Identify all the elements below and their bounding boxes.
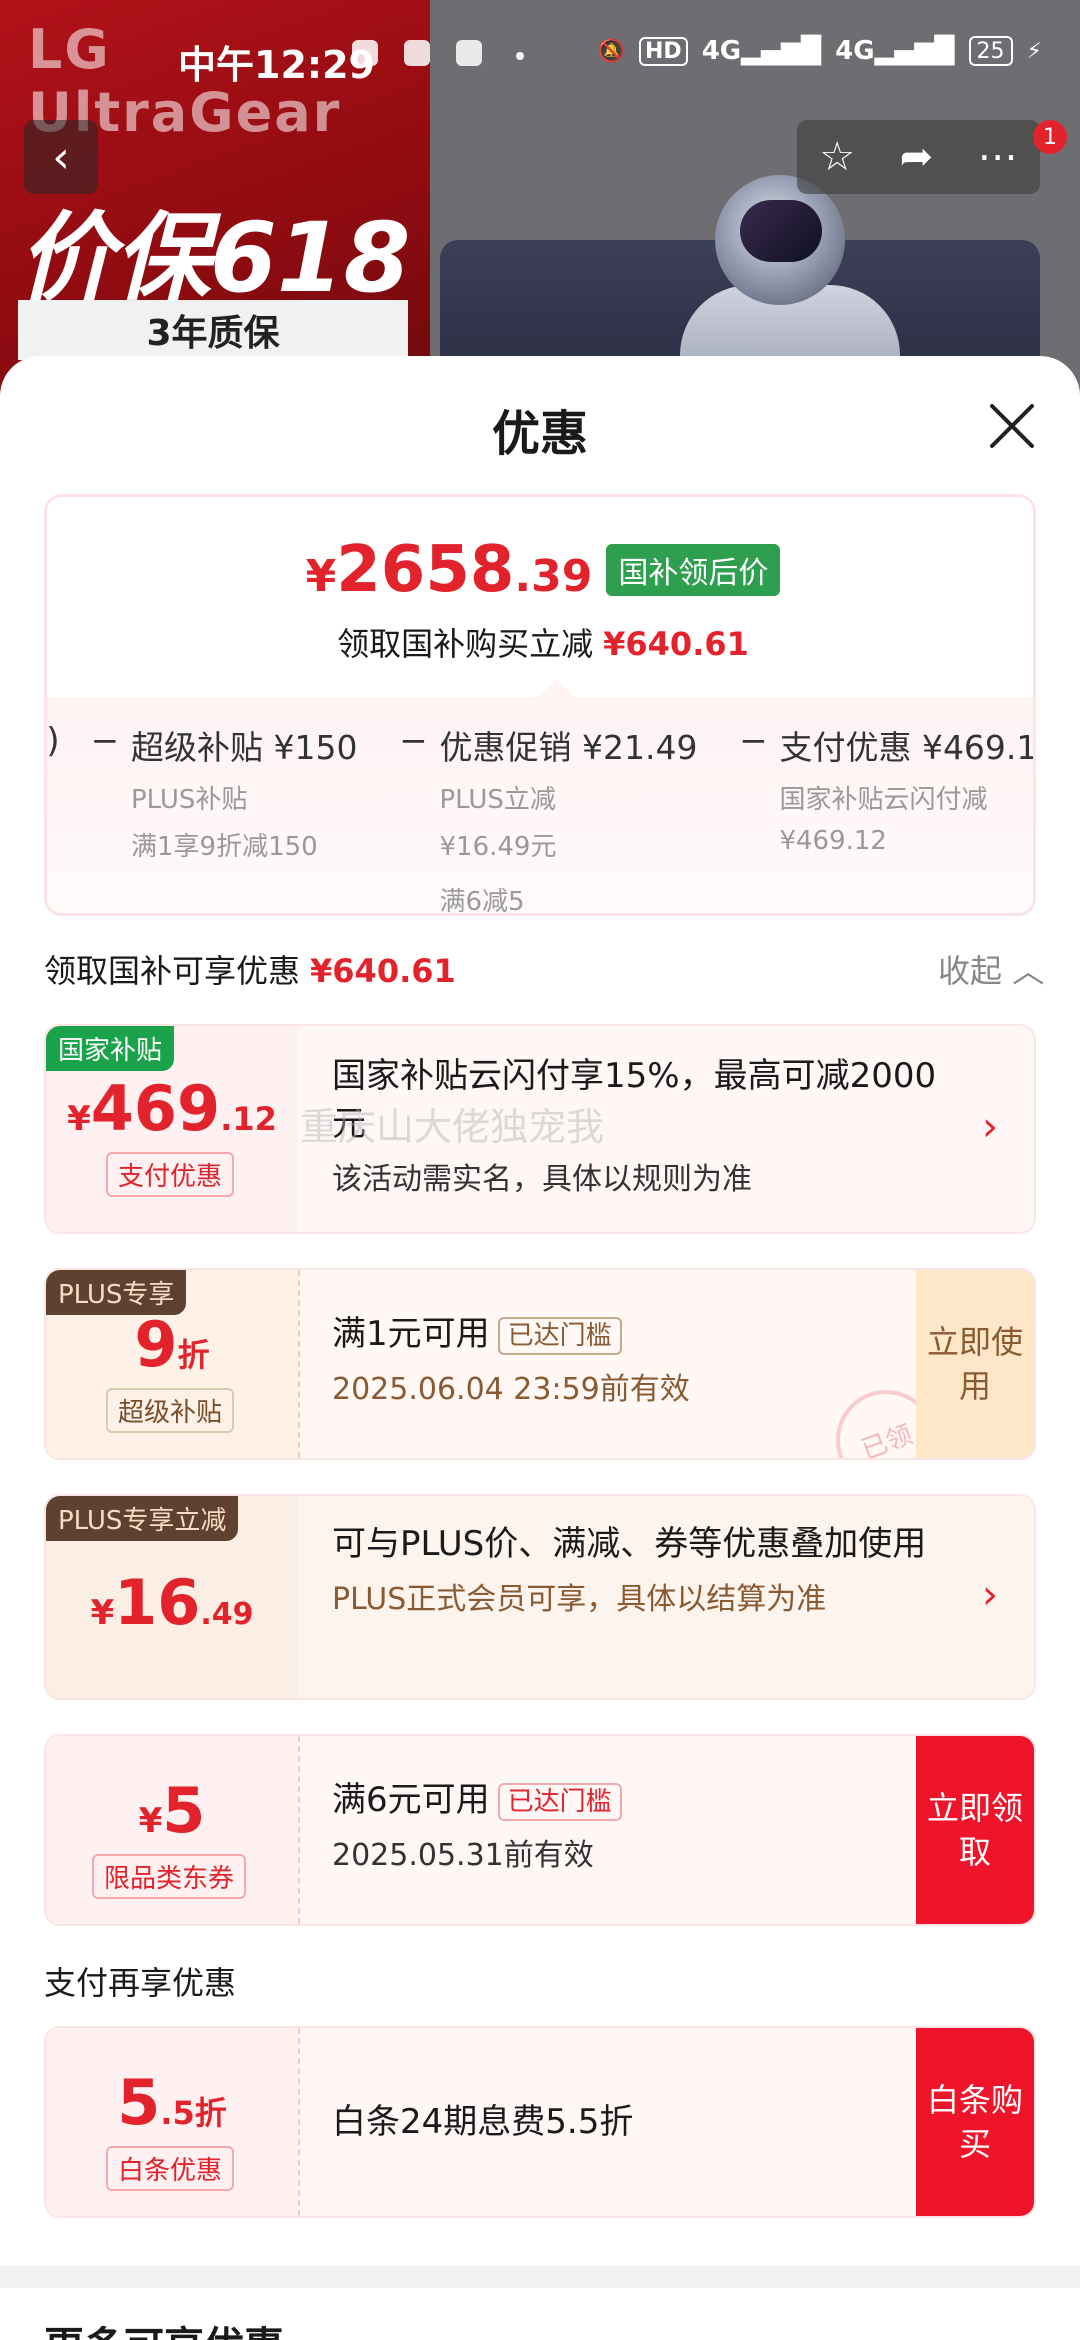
price-tag: 国补领后价 (606, 544, 781, 596)
warranty-label: 3年质保 (18, 300, 408, 360)
coupon-type-chip: 白条优惠 (106, 2146, 235, 2191)
status-bar: 中午12:29 🔕 HD 4G▂▄▆█ 4G▂▄▆█ 25 ⚡ (0, 0, 1080, 110)
coupon-description: 白条24期息费5.5折 (332, 2102, 634, 2142)
app-notification-icon (352, 40, 378, 66)
use-now-button[interactable]: 立即使用 (916, 1270, 1034, 1458)
coupon-type-chip: 超级补贴 (106, 1388, 235, 1433)
signal-icon: 4G▂▄▆█ (835, 36, 955, 66)
coupon-note: 该活动需实名，具体以规则为准 (332, 1162, 752, 1197)
coupon-amount: ¥16.49 (90, 1566, 254, 1639)
coupon-amount: 9折 (134, 1308, 210, 1381)
more-offers-header: 更多可享优惠 (44, 2314, 284, 2340)
coupon-amount: ¥469.12 (67, 1072, 277, 1145)
chevron-right-icon[interactable]: › (982, 1104, 998, 1150)
coupon-corner-tag: PLUS专享立减 (46, 1496, 239, 1541)
pay-section-header: 支付再享优惠 (44, 1964, 237, 2002)
coupon-plus-discount: PLUS专享 9折 超级补贴 满1元可用 已达门槛 2025.06.04 23:5… (44, 1268, 1036, 1460)
coupon-amount: ¥5 (138, 1774, 206, 1847)
discount-summary: 领取国补购买立减 ¥640.61 (337, 625, 749, 663)
final-price: ¥2658.39 (305, 533, 593, 607)
section-divider (0, 2266, 1080, 2288)
coupon-jd-voucher: ¥5 限品类东券 满6元可用 已达门槛 2025.05.31前有效 立即领取 (44, 1734, 1036, 1926)
signal-icon: 4G▂▄▆█ (701, 36, 822, 66)
clock: 中午12:29 (178, 43, 375, 87)
collapse-button[interactable]: 收起 ︿ (938, 946, 1044, 992)
system-icons: 🔕 HD 4G▂▄▆█ 4G▂▄▆█ 25 ⚡ (598, 36, 1042, 66)
app-notification-icon (456, 40, 482, 66)
share-icon[interactable]: ➦ (900, 134, 934, 180)
threshold-status: 已达门槛 (497, 1782, 622, 1821)
hd-icon: HD (639, 36, 688, 66)
claim-now-button[interactable]: 立即领取 (916, 1736, 1034, 1924)
astronaut-visor (740, 200, 822, 262)
final-price-line: ¥2658.39 国补领后价 (47, 533, 1033, 607)
chevron-up-icon: ︿ (1012, 952, 1045, 990)
coupon-threshold: 满1元可用 已达门槛 (332, 1310, 892, 1358)
breakdown-item: 优惠促销 ¥21.49 PLUS立减 ¥16.49元 满6减5 (439, 728, 698, 916)
chevron-right-icon[interactable]: › (982, 1572, 998, 1618)
section-header: 领取国补可享优惠 ¥640.61 (44, 952, 456, 990)
coupon-type-chip: 支付优惠 (106, 1152, 235, 1197)
coupon-expiry: 2025.06.04 23:59前有效 (332, 1372, 690, 1407)
top-actions: ☆ ➦ ⋯ (797, 120, 1040, 194)
close-icon[interactable] (982, 396, 1042, 456)
coupon-threshold: 满6元可用 已达门槛 (332, 1776, 892, 1824)
message-badge: 1 (1033, 120, 1067, 154)
sheet-title: 优惠 (491, 406, 588, 462)
coupon-description: 可与PLUS价、满减、券等优惠叠加使用 (332, 1524, 927, 1564)
charging-icon: ⚡ (1026, 38, 1042, 64)
notification-icons (352, 40, 482, 66)
watermark: 重庆山大佬独宠我 (300, 1105, 605, 1149)
discount-breakdown: ) − 超级补贴 ¥150 PLUS补贴 满1享9折减150 − 优惠促销 ¥2… (47, 697, 1036, 916)
breakdown-item: 超级补贴 ¥150 PLUS补贴 满1享9折减150 (131, 728, 358, 862)
coupon-expiry: 2025.05.31前有效 (332, 1838, 594, 1873)
coupon-type-chip: 限品类东券 (92, 1854, 247, 1899)
back-icon[interactable]: ‹ (24, 120, 98, 194)
baitiao-buy-button[interactable]: 白条购买 (916, 2028, 1034, 2216)
coupon-note: PLUS正式会员可享，具体以结算为准 (332, 1582, 827, 1617)
coupon-baitiao: 5.5折 白条优惠 白条24期息费5.5折 白条购买 (44, 2026, 1036, 2218)
discount-sheet: 优惠 ¥2658.39 国补领后价 领取国补购买立减 ¥640.61 ) − 超级… (0, 356, 1080, 2340)
price-summary-card: ¥2658.39 国补领后价 领取国补购买立减 ¥640.61 ) − 超级补贴 … (44, 494, 1036, 916)
threshold-status: 已达门槛 (497, 1316, 622, 1355)
app-notification-icon (404, 40, 430, 66)
more-notifications-dot (516, 52, 524, 60)
coupon-plus-instant[interactable]: PLUS专享立减 ¥16.49 可与PLUS价、满减、券等优惠叠加使用 PLUS… (44, 1494, 1036, 1700)
battery-icon: 25 (968, 36, 1013, 66)
mute-icon: 🔕 (597, 38, 626, 64)
coupon-amount: 5.5折 (117, 2066, 227, 2139)
promo-title: 价保618 (18, 202, 411, 314)
more-icon[interactable]: ⋯ (978, 134, 1018, 180)
notch (539, 679, 575, 697)
star-icon[interactable]: ☆ (819, 134, 855, 180)
coupon-corner-tag: 国家补贴 (46, 1026, 175, 1071)
breakdown-item: 支付优惠 ¥469.12 国家补贴云闪付减 ¥469.12 (779, 728, 1036, 856)
